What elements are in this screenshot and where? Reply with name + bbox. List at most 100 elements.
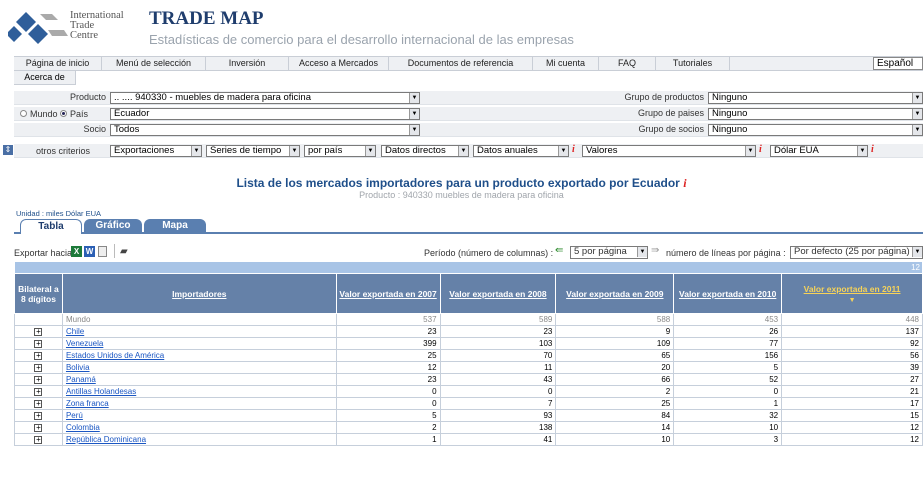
expand-plus-icon[interactable]: + [34, 376, 43, 384]
criteria-row-producto: Producto .. .... 940330 - muebles de mad… [14, 91, 923, 105]
col-year-4-link[interactable]: Valor exportada en 2010 [679, 289, 776, 299]
expand-plus-icon[interactable]: + [34, 352, 43, 360]
importer-link[interactable]: Colombia [66, 423, 100, 432]
importer-link[interactable]: República Dominicana [66, 435, 146, 444]
datos-select[interactable]: Datos directos ▼ [381, 145, 469, 157]
word-icon[interactable]: W [84, 246, 95, 257]
expand-cell[interactable]: + [14, 361, 63, 374]
expand-cell[interactable]: + [14, 385, 63, 398]
expand-cell[interactable]: + [14, 373, 63, 386]
menu-item-inicio[interactable]: Página de inicio [14, 57, 102, 70]
grupo-socios-select[interactable]: Ninguno ▼ [708, 124, 923, 136]
expand-plus-icon[interactable]: + [34, 364, 43, 372]
info-icon[interactable]: i [759, 144, 762, 155]
next-columns-icon[interactable]: ⇛ [651, 245, 659, 256]
language-select[interactable]: Español [873, 57, 923, 70]
chevron-down-icon: ▼ [912, 247, 922, 257]
series-select[interactable]: Series de tiempo ▼ [206, 145, 300, 157]
expand-cell[interactable]: + [14, 409, 63, 422]
text-file-icon[interactable] [98, 246, 107, 257]
expand-plus-icon[interactable]: + [34, 328, 43, 336]
expand-cell[interactable]: + [14, 397, 63, 410]
print-icon[interactable]: ▰ [120, 246, 128, 257]
expand-cell[interactable]: + [14, 349, 63, 362]
pais-select[interactable]: Ecuador ▼ [110, 108, 420, 120]
lineas-select[interactable]: Por defecto (25 por página) ▼ [790, 246, 923, 259]
col-year-3-link[interactable]: Valor exportada en 2009 [566, 289, 663, 299]
importer-link[interactable]: Chile [66, 327, 84, 336]
expand-plus-icon[interactable]: + [34, 400, 43, 408]
tab-mapa[interactable]: Mapa [144, 219, 206, 234]
menu-item-acerca[interactable]: Acerca de [14, 71, 76, 85]
value-cell: 537 [335, 313, 441, 326]
expand-plus-icon[interactable]: + [34, 424, 43, 432]
importer-link[interactable]: Panamá [66, 375, 96, 384]
col-year-2[interactable]: Valor exportada en 2008 [439, 273, 557, 314]
col-importadores-link[interactable]: Importadores [172, 289, 226, 299]
col-year-2-link[interactable]: Valor exportada en 2008 [449, 289, 546, 299]
excel-icon[interactable]: X [71, 246, 82, 257]
expand-cell[interactable]: + [14, 421, 63, 434]
chevron-down-icon: ▼ [409, 125, 419, 135]
info-icon[interactable]: i [572, 144, 575, 155]
producto-select[interactable]: .. .... 940330 - muebles de madera para … [110, 92, 420, 104]
value-cell: 5 [335, 409, 441, 422]
pais-radio[interactable] [60, 110, 67, 117]
grupo-paises-label: Grupo de paises [637, 108, 704, 118]
value-cell: 0 [439, 385, 557, 398]
mundo-radio[interactable] [20, 110, 27, 117]
expand-cell[interactable]: + [14, 337, 63, 350]
periodo-select[interactable]: 5 por página ▼ [570, 246, 648, 259]
expand-plus-icon[interactable]: + [34, 340, 43, 348]
itc-wordmark: International Trade Centre [70, 10, 124, 41]
socio-select[interactable]: Todos ▼ [110, 124, 420, 136]
grupo-paises-select[interactable]: Ninguno ▼ [708, 108, 923, 120]
menu-item-faq[interactable]: FAQ [599, 57, 656, 70]
importer-link[interactable]: Zona franca [66, 399, 109, 408]
importer-link[interactable]: Venezuela [66, 339, 103, 348]
table-body: Mundo 537 589 588 453 448 + Chile 23 23 9 26 137 + Ven… [14, 313, 923, 446]
expand-plus-icon[interactable]: + [34, 412, 43, 420]
col-year-5-link[interactable]: Valor exportada en 2011 [804, 284, 901, 294]
menu-item-inversion[interactable]: Inversión [206, 57, 289, 70]
moneda-select[interactable]: Dólar EUA ▼ [770, 145, 868, 157]
flow-select[interactable]: Exportaciones ▼ [110, 145, 202, 157]
valores-select[interactable]: Valores ▼ [582, 145, 756, 157]
anuales-select[interactable]: Datos anuales ▼ [473, 145, 569, 157]
info-icon[interactable]: i [871, 144, 874, 155]
grupo-productos-select[interactable]: Ninguno ▼ [708, 92, 923, 104]
menu-item-documentos[interactable]: Documentos de referencia [389, 57, 533, 70]
col-importadores[interactable]: Importadores [61, 273, 337, 314]
menu-item-tutoriales[interactable]: Tutoriales [656, 57, 730, 70]
expand-cell[interactable]: + [14, 433, 63, 446]
expand-plus-icon[interactable]: + [34, 388, 43, 396]
toggle-criteria-icon[interactable]: ⇕ [3, 145, 13, 155]
col-year-4[interactable]: Valor exportada en 2010 [673, 273, 783, 314]
importer-link[interactable]: Antillas Holandesas [66, 387, 136, 396]
tab-grafico[interactable]: Gráfico [84, 219, 142, 234]
expand-cell[interactable]: + [14, 325, 63, 338]
menu-item-cuenta[interactable]: Mi cuenta [533, 57, 599, 70]
value-cell: 17 [781, 397, 923, 410]
menu-item-seleccion[interactable]: Menú de selección [102, 57, 206, 70]
prev-columns-icon[interactable]: ⇚ [555, 245, 563, 256]
table-row: + República Dominicana 1 41 10 3 12 [14, 433, 923, 446]
por-select[interactable]: por país ▼ [304, 145, 376, 157]
info-icon[interactable]: i [683, 176, 686, 190]
col-year-1-link[interactable]: Valor exportada en 2007 [339, 289, 436, 299]
importer-link[interactable]: Bolivia [66, 363, 90, 372]
menu-item-acceso[interactable]: Acceso a Mercados [289, 57, 389, 70]
col-year-1[interactable]: Valor exportada en 2007 [335, 273, 441, 314]
importer-link[interactable]: Estados Unidos de América [66, 351, 164, 360]
col-year-5[interactable]: Valor exportada en 2011 ▼ [781, 273, 923, 314]
table-toolbar: Exportar hacia X W ▰ Período (número de … [14, 244, 923, 260]
tab-tabla[interactable]: Tabla [20, 219, 82, 234]
value-cell: 10 [555, 433, 675, 446]
chevron-down-icon: ▼ [912, 93, 922, 103]
col-year-3[interactable]: Valor exportada en 2009 [555, 273, 675, 314]
expand-plus-icon[interactable]: + [34, 436, 43, 444]
value-cell: 21 [781, 385, 923, 398]
importer-link[interactable]: Perú [66, 411, 83, 420]
page-title: Lista de los mercados importadores para … [0, 176, 923, 191]
value-cell: 12 [781, 433, 923, 446]
